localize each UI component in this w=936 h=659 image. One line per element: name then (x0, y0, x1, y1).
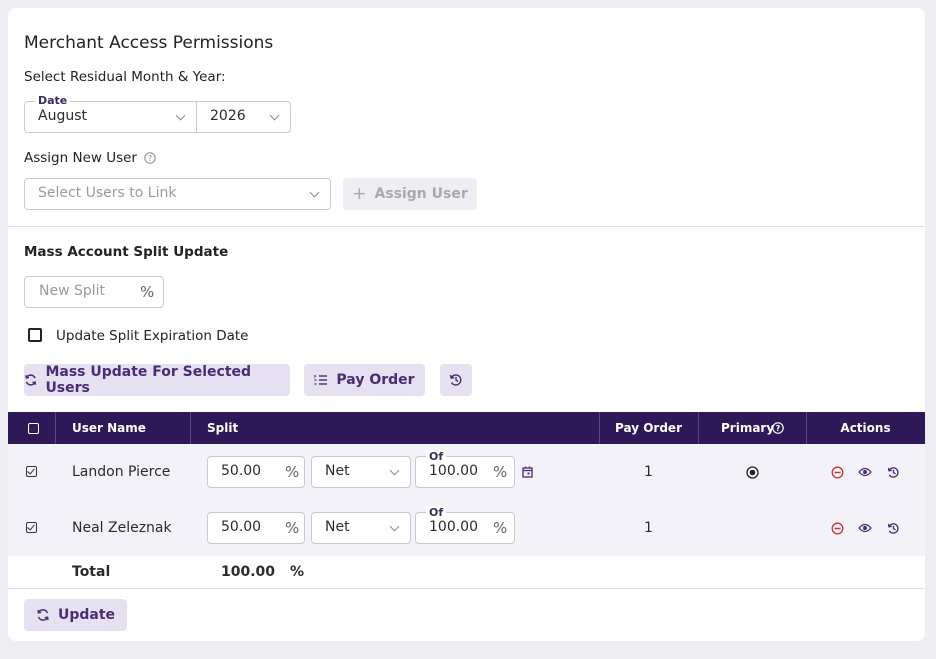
basis-value: Net (325, 519, 350, 535)
svg-text:?: ? (776, 424, 781, 433)
update-button[interactable]: Update (24, 599, 127, 631)
history-icon[interactable] (887, 522, 900, 535)
history-icon[interactable] (887, 466, 900, 479)
column-divider (55, 412, 56, 444)
eye-icon[interactable] (858, 467, 872, 477)
row-checkbox[interactable] (26, 522, 37, 533)
header-pay-order[interactable]: Pay Order (599, 412, 698, 444)
total-value: 100.00 (221, 564, 276, 580)
history-button[interactable] (440, 364, 472, 396)
assign-user-button[interactable]: + Assign User (343, 178, 477, 210)
chevron-down-icon (389, 465, 400, 476)
calendar-icon[interactable] (522, 466, 533, 478)
header-primary[interactable]: Primary (721, 412, 774, 444)
pay-order-value: 1 (644, 464, 653, 480)
pay-order-button[interactable]: Pay Order (304, 364, 425, 396)
total-percent: % (290, 564, 305, 580)
user-name: Neal Zeleznak (72, 520, 172, 536)
split-input[interactable]: 50.00 % (207, 456, 305, 488)
mass-update-button[interactable]: Mass Update For Selected Users (24, 364, 290, 396)
of-value: 100.00 (429, 463, 478, 479)
table-row: Landon Pierce 50.00 % Net Of 100.00 % 1 (8, 444, 925, 500)
update-label: Update (57, 607, 116, 623)
month-select[interactable]: Date August (24, 94, 197, 133)
page-title: Merchant Access Permissions (24, 33, 274, 53)
column-divider (190, 412, 191, 444)
chevron-down-icon (309, 187, 320, 198)
select-all-checkbox[interactable] (28, 423, 39, 434)
percent-sign: % (285, 519, 300, 537)
total-label: Total (72, 564, 111, 580)
percent-sign: % (285, 463, 300, 481)
of-value: 100.00 (429, 519, 478, 535)
header-split[interactable]: Split (207, 412, 238, 444)
basis-value: Net (325, 463, 350, 479)
row-checkbox[interactable] (26, 466, 37, 477)
header-actions: Actions (840, 421, 891, 435)
history-icon (449, 374, 462, 386)
year-value: 2026 (210, 108, 246, 124)
chevron-down-icon (269, 110, 280, 121)
plus-icon: + (352, 184, 367, 204)
expiration-label: Update Split Expiration Date (56, 328, 249, 344)
residual-label: Select Residual Month & Year: (24, 69, 226, 85)
percent-sign: % (493, 519, 508, 537)
table-row: Neal Zeleznak 50.00 % Net Of 100.00 % 1 (8, 500, 925, 556)
column-divider (698, 412, 699, 444)
remove-icon[interactable] (831, 466, 844, 479)
remove-icon[interactable] (831, 522, 844, 535)
split-value: 50.00 (221, 519, 262, 535)
user-name: Landon Pierce (72, 464, 171, 480)
chevron-down-icon (175, 110, 186, 121)
eye-icon[interactable] (858, 523, 872, 533)
split-value: 50.00 (221, 463, 262, 479)
header-user-name[interactable]: User Name (72, 412, 146, 444)
split-input[interactable]: 50.00 % (207, 512, 305, 544)
basis-select[interactable]: Net (311, 456, 411, 488)
radio-selected-icon[interactable] (746, 466, 759, 479)
users-placeholder: Select Users to Link (38, 185, 177, 201)
pay-order-label: Pay Order (336, 372, 415, 388)
year-select[interactable]: 2026 (196, 101, 291, 133)
pay-order-value: 1 (644, 520, 653, 536)
section-divider (8, 226, 925, 227)
new-split-input[interactable]: New Split % (24, 276, 164, 308)
of-legend: Of (426, 450, 447, 464)
help-icon[interactable]: ? (772, 422, 784, 434)
of-input[interactable]: Of 100.00 % (415, 450, 515, 488)
assign-label: Assign New User (24, 150, 137, 166)
svg-text:?: ? (148, 154, 152, 163)
mass-update-label: Mass Update For Selected Users (45, 364, 252, 396)
percent-sign: % (493, 463, 508, 481)
chevron-down-icon (389, 521, 400, 532)
expiration-checkbox[interactable] (28, 328, 42, 342)
basis-select[interactable]: Net (311, 512, 411, 544)
date-legend: Date (35, 94, 71, 108)
footer-divider (8, 588, 925, 589)
of-input[interactable]: Of 100.00 % (415, 506, 515, 544)
help-icon[interactable]: ? (144, 152, 156, 164)
percent-sign: % (140, 283, 155, 301)
permissions-card: Merchant Access Permissions Select Resid… (8, 8, 925, 641)
users-select[interactable]: Select Users to Link (24, 178, 331, 210)
refresh-icon (37, 609, 49, 621)
mass-split-title: Mass Account Split Update (24, 244, 229, 260)
assign-user-label: Assign User (374, 186, 468, 202)
table-header: User Name Split Pay Order Primary ? Acti… (8, 412, 925, 444)
new-split-placeholder: New Split (39, 283, 106, 299)
list-icon (314, 375, 328, 385)
month-value: August (38, 108, 87, 124)
of-legend: Of (426, 506, 447, 520)
refresh-icon (25, 374, 37, 386)
